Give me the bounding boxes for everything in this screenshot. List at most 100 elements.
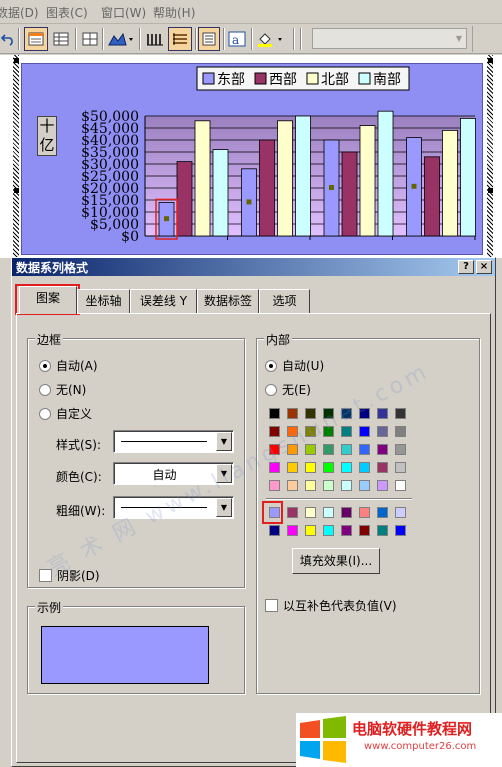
color-swatch[interactable] — [269, 480, 280, 491]
legend-swatch-2 — [254, 72, 267, 85]
border-auto-radio[interactable]: 自动(A) — [39, 357, 98, 374]
data-table-icon[interactable] — [80, 27, 100, 51]
color-swatch[interactable] — [323, 444, 334, 455]
color-swatch[interactable] — [359, 444, 370, 455]
chevron-down-icon[interactable]: ▼ — [216, 498, 232, 517]
tab-patterns[interactable]: 图案 — [19, 286, 77, 314]
color-swatch[interactable] — [323, 525, 334, 536]
color-swatch[interactable] — [305, 480, 316, 491]
color-swatch[interactable] — [341, 507, 352, 518]
color-swatch[interactable] — [377, 525, 388, 536]
color-swatch[interactable] — [359, 507, 370, 518]
by-row-icon[interactable] — [168, 27, 192, 51]
tab-axis[interactable]: 坐标轴 — [77, 289, 130, 313]
highlight-box — [262, 501, 283, 524]
toolbar-separator — [195, 28, 197, 50]
format-selected-icon[interactable] — [24, 27, 48, 51]
color-swatch[interactable] — [359, 525, 370, 536]
color-swatch[interactable] — [287, 507, 298, 518]
fill-color-icon[interactable] — [254, 27, 288, 51]
bar-4-4 — [460, 118, 476, 237]
resize-handle[interactable] — [488, 188, 493, 193]
chart-type-icon[interactable] — [50, 27, 72, 51]
color-swatch[interactable] — [395, 507, 406, 518]
style-dropdown[interactable]: ▼ — [113, 430, 234, 453]
area-chart-icon[interactable] — [106, 27, 136, 51]
close-button[interactable]: × — [476, 260, 492, 274]
legend: 东部 西部 北部 南部 — [196, 66, 410, 91]
color-swatch[interactable] — [341, 444, 352, 455]
logo-title: 电脑软硬件教程网 — [352, 720, 473, 738]
menu-data[interactable]: 数据(D) — [0, 4, 39, 21]
color-swatch[interactable] — [395, 426, 406, 437]
by-column-icon[interactable] — [198, 27, 220, 51]
plot-area: $50,000$45,000$40,000$35,000$30,000$25,0… — [81, 109, 476, 245]
color-swatch[interactable] — [359, 462, 370, 473]
color-swatch[interactable] — [287, 462, 298, 473]
color-swatch[interactable] — [305, 525, 316, 536]
selection-handle — [411, 183, 417, 189]
legend-toggle-icon[interactable] — [144, 27, 166, 51]
color-swatch[interactable] — [377, 462, 388, 473]
color-swatch[interactable] — [341, 462, 352, 473]
menu-chart[interactable]: 图表(C) — [46, 4, 88, 21]
svg-text:a: a — [232, 33, 239, 47]
border-auto-label: 自动(A) — [56, 359, 98, 373]
help-button[interactable]: ? — [458, 260, 474, 274]
color-swatch[interactable] — [341, 480, 352, 491]
chart-area[interactable]: $50,000 $45,000 $40,000 $35,000 $30,000 $25,0… — [21, 63, 483, 255]
color-swatch[interactable] — [377, 507, 388, 518]
color-swatch[interactable] — [395, 480, 406, 491]
interior-none-radio[interactable]: 无(E) — [265, 381, 311, 398]
legend-label-3: 北部 — [321, 72, 349, 88]
resize-handle[interactable] — [488, 58, 493, 63]
color-swatch[interactable] — [395, 462, 406, 473]
undo-icon[interactable] — [0, 27, 16, 51]
border-none-radio[interactable]: 无(N) — [39, 381, 86, 398]
color-swatch[interactable] — [269, 525, 280, 536]
chevron-down-icon[interactable]: ▼ — [216, 432, 232, 451]
color-swatch[interactable] — [287, 480, 298, 491]
legend-swatch-4 — [358, 72, 371, 85]
dialog-titlebar[interactable]: 数据系列格式 ? × — [12, 258, 495, 276]
chart-border-right — [487, 55, 493, 258]
angle-text-icon[interactable]: a — [226, 27, 248, 51]
color-swatch[interactable] — [395, 444, 406, 455]
color-swatch[interactable] — [395, 525, 406, 536]
color-swatch[interactable] — [287, 525, 298, 536]
bar-3-4 — [442, 130, 458, 237]
resize-handle[interactable] — [14, 188, 19, 193]
color-swatch[interactable] — [377, 480, 388, 491]
resize-handle[interactable] — [14, 58, 19, 63]
color-swatch[interactable] — [341, 525, 352, 536]
toolbar-separator — [293, 28, 295, 50]
tab-data-labels[interactable]: 数据标签 — [197, 289, 259, 313]
color-swatch[interactable] — [395, 408, 406, 419]
color-swatch[interactable] — [305, 507, 316, 518]
tab-error-bars[interactable]: 误差线 Y — [130, 289, 197, 313]
color-swatch[interactable] — [377, 426, 388, 437]
border-group-title: 边框 — [35, 331, 64, 348]
tab-options[interactable]: 选项 — [259, 289, 310, 313]
bar-4-3 — [377, 110, 394, 237]
color-swatch[interactable] — [305, 462, 316, 473]
color-swatch[interactable] — [377, 444, 388, 455]
color-swatch[interactable] — [359, 480, 370, 491]
selection-handle — [164, 216, 169, 222]
color-swatch[interactable] — [323, 480, 334, 491]
interior-auto-radio[interactable]: 自动(U) — [265, 357, 324, 374]
color-swatch[interactable] — [323, 507, 334, 518]
invert-negative-checkbox[interactable]: 以互补色代表负值(V) — [265, 597, 397, 614]
chart-objects-dropdown[interactable]: ▼ — [312, 28, 467, 49]
color-swatch[interactable] — [323, 462, 334, 473]
palette-divider — [266, 498, 412, 499]
toolbar-separator — [102, 28, 104, 50]
menu-window[interactable]: 窗口(W) — [101, 4, 146, 21]
color-swatch[interactable] — [269, 408, 280, 419]
menu-help[interactable]: 帮助(H) — [153, 4, 195, 21]
border-custom-radio[interactable]: 自定义 — [39, 405, 92, 422]
border-custom-label: 自定义 — [56, 407, 93, 421]
sample-preview — [41, 626, 209, 684]
fill-effects-button[interactable]: 填充效果(I)... — [292, 548, 380, 574]
color-swatch[interactable] — [359, 426, 370, 437]
